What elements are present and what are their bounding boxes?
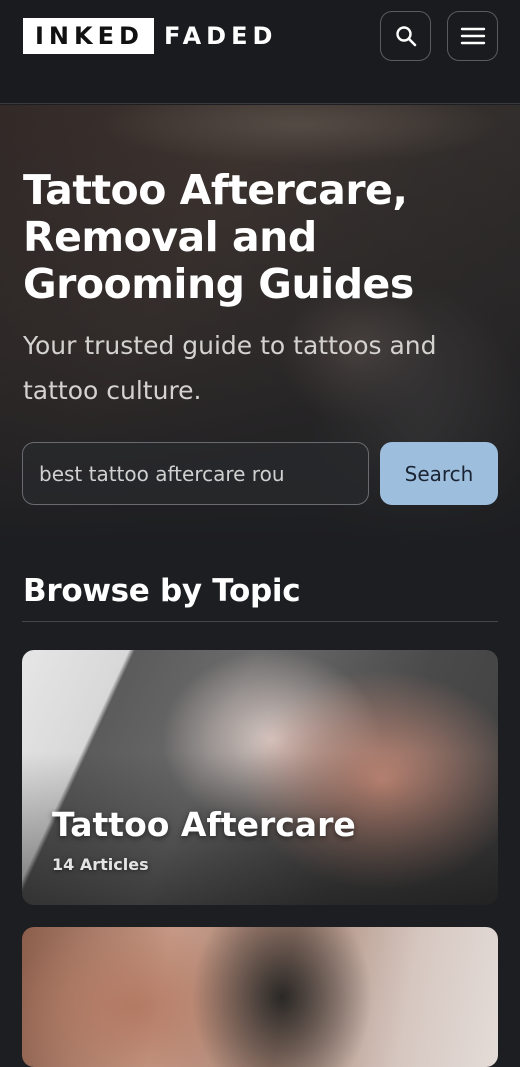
site-header: INKED FADED: [0, 0, 520, 104]
site-logo[interactable]: INKED FADED: [23, 18, 277, 54]
topic-card-title: Tattoo Aftercare: [52, 805, 356, 844]
hero-title: Tattoo Aftercare, Removal and Grooming G…: [23, 166, 414, 308]
logo-inked: INKED: [23, 18, 154, 54]
browse-by-topic-title: Browse by Topic: [23, 573, 301, 609]
search-icon: [395, 26, 416, 47]
hero-subtitle: Your trusted guide to tattoos and tattoo…: [23, 331, 437, 405]
search-button[interactable]: [380, 11, 431, 61]
topic-card-2[interactable]: [22, 927, 498, 1067]
topic-card-article-count: 14 Articles: [52, 855, 149, 874]
section-divider: [22, 621, 498, 622]
menu-icon: [460, 27, 485, 45]
hero-search-button[interactable]: Search: [380, 442, 498, 505]
hero-section: Tattoo Aftercare, Removal and Grooming G…: [0, 105, 520, 545]
hero-search-input[interactable]: [22, 442, 369, 505]
menu-button[interactable]: [447, 11, 498, 61]
logo-faded: FADED: [163, 22, 278, 50]
topic-card-tattoo-aftercare[interactable]: Tattoo Aftercare 14 Articles: [22, 650, 498, 905]
